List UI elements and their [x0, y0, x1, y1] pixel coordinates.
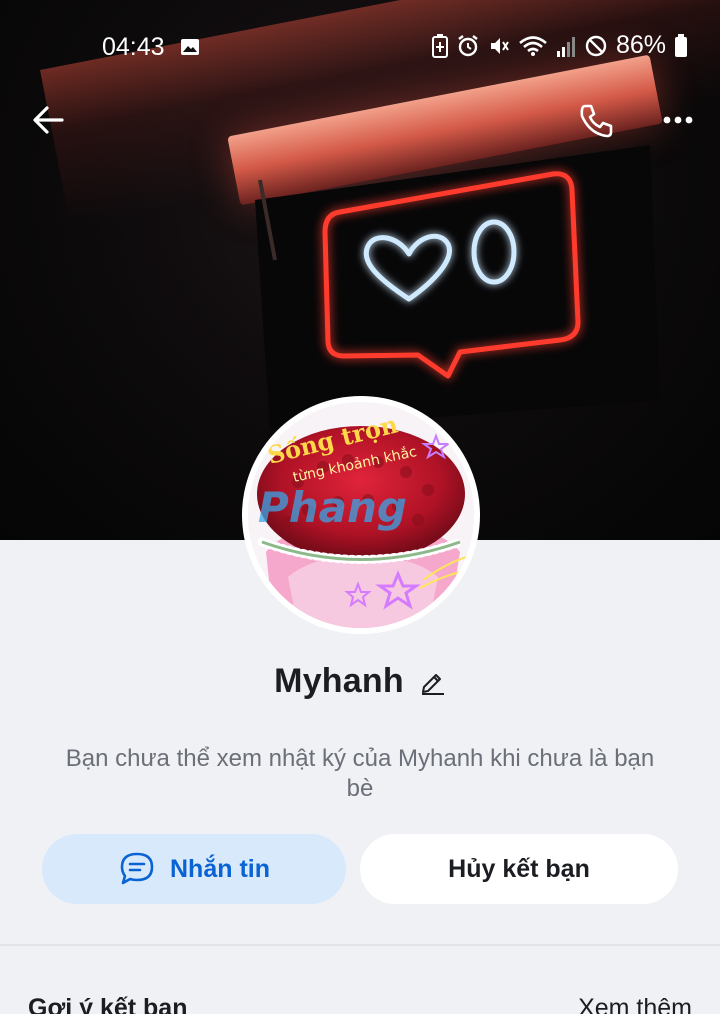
battery-percent: 86%	[615, 31, 666, 59]
wifi-icon	[519, 35, 547, 56]
more-dots-icon	[663, 116, 693, 124]
status-time: 04:43	[102, 33, 165, 61]
edit-pencil-icon[interactable]	[418, 667, 446, 695]
rose-bouquet-image: Sống trọn từng khoảnh khắc Phang	[248, 402, 474, 628]
message-button[interactable]: Nhắn tin	[42, 834, 346, 904]
unfriend-button[interactable]: Hủy kết bạn	[360, 834, 678, 904]
profile-name-row: Myhanh	[0, 656, 720, 706]
status-icons: 86%	[431, 31, 688, 60]
chat-bubble-icon	[120, 852, 154, 885]
more-options-button[interactable]	[656, 104, 700, 136]
mute-icon	[490, 37, 509, 54]
dnd-icon	[585, 35, 607, 56]
phone-icon	[580, 104, 613, 138]
call-button[interactable]	[574, 98, 618, 142]
profile-name: Myhanh	[274, 661, 404, 700]
status-bar: 04:43 86%	[0, 0, 720, 90]
unfriend-button-label: Hủy kết bạn	[448, 854, 590, 883]
alarm-icon	[458, 34, 478, 56]
avatar-image: Sống trọn từng khoảnh khắc Phang	[248, 402, 474, 628]
arrow-left-icon	[33, 106, 64, 134]
back-button[interactable]	[28, 100, 72, 140]
battery-icon	[675, 33, 687, 57]
section-divider	[0, 944, 720, 946]
diary-restriction-notice: Bạn chưa thể xem nhật ký của Myhanh khi …	[65, 745, 655, 802]
message-button-label: Nhắn tin	[170, 854, 270, 883]
avatar-watermark: Phang	[258, 483, 407, 532]
signal-icon	[556, 36, 575, 57]
friend-suggestions-title: Gợi ý kết bạn	[28, 994, 188, 1014]
see-more-link[interactable]: Xem thêm	[578, 994, 692, 1014]
avatar[interactable]: Sống trọn từng khoảnh khắc Phang	[242, 396, 480, 634]
image-icon	[181, 39, 199, 55]
battery-saver-icon	[431, 33, 448, 58]
